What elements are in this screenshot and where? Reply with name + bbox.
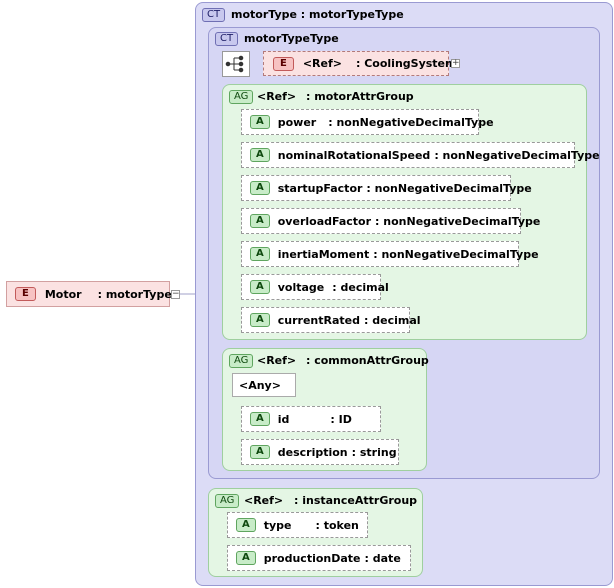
attribute-type[interactable]: A type : token [227, 512, 368, 538]
attr-group-ref: <Ref> [257, 90, 297, 103]
attribute-badge: A [250, 115, 270, 129]
attribute-name: productionDate [263, 551, 361, 565]
attribute-description[interactable]: A description : string [241, 439, 399, 465]
attribute-type: : decimal [332, 280, 389, 294]
ref-element-type: : CoolingSystem [356, 57, 457, 70]
attribute-type: : nonNegativeDecimalType [366, 181, 532, 195]
attr-group-badge: AG [215, 494, 240, 508]
ref-element-coolingsystem[interactable]: E <Ref> : CoolingSystem [263, 51, 456, 76]
collapse-toggle-icon[interactable]: − [171, 290, 180, 299]
attribute-badge: A [250, 280, 270, 294]
sequence-icon [225, 55, 244, 73]
attribute-badge: A [250, 412, 270, 426]
attribute-power[interactable]: A power : nonNegativeDecimalType [241, 109, 494, 135]
element-badge: E [273, 56, 294, 71]
attribute-type: : nonNegativeDecimalType [373, 247, 539, 261]
root-element-name: Motor [44, 287, 82, 301]
attribute-badge: A [250, 445, 270, 459]
complex-type-badge: CT [202, 8, 226, 22]
attribute-name: description [277, 445, 348, 459]
attribute-badge: A [250, 181, 270, 195]
attribute-nominalrotationalspeed[interactable]: A nominalRotationalSpeed : nonNegativeDe… [241, 142, 600, 168]
any-attribute[interactable]: <Any> [232, 373, 296, 397]
attr-group-ref: <Ref> [244, 494, 284, 507]
attribute-name: type [263, 518, 292, 532]
attribute-type: : decimal [364, 313, 421, 327]
sequence-compositor[interactable] [222, 51, 250, 77]
attribute-name: inertiaMoment [277, 247, 370, 261]
attribute-badge: A [236, 518, 256, 532]
attribute-productiondate[interactable]: A productionDate : date [227, 545, 411, 571]
attribute-name: startupFactor [277, 181, 363, 195]
attribute-id[interactable]: A id : ID [241, 406, 381, 432]
attr-group-name: : motorAttrGroup [306, 90, 414, 103]
attribute-badge: A [236, 551, 256, 565]
attr-group-badge: AG [229, 90, 254, 104]
attribute-inertiamoment[interactable]: A inertiaMoment : nonNegativeDecimalType [241, 241, 539, 267]
attribute-type: : nonNegativeDecimalType [434, 148, 600, 162]
attribute-type: : ID [330, 412, 352, 426]
attribute-overloadfactor[interactable]: A overloadFactor : nonNegativeDecimalTyp… [241, 208, 540, 234]
attribute-type: : nonNegativeDecimalType [328, 115, 494, 129]
attr-group-badge: AG [229, 354, 254, 368]
outer-type-title: motorType : motorTypeType [231, 8, 404, 21]
attribute-currentrated[interactable]: A currentRated : decimal [241, 307, 421, 333]
expand-toggle-icon[interactable]: + [451, 59, 460, 68]
attr-group-name: : commonAttrGroup [306, 354, 429, 367]
attribute-name: id [277, 412, 290, 426]
complex-type-badge: CT [215, 32, 239, 46]
attribute-name: voltage [277, 280, 325, 294]
attribute-type: : nonNegativeDecimalType [375, 214, 541, 228]
attribute-name: power [277, 115, 317, 129]
attr-group-ref: <Ref> [257, 354, 297, 367]
attribute-badge: A [250, 313, 270, 327]
attribute-badge: A [250, 214, 270, 228]
element-badge: E [15, 287, 36, 301]
root-element-motor[interactable]: E Motor : motorType [6, 281, 172, 307]
ref-element-ref: <Ref> [302, 57, 342, 70]
attribute-badge: A [250, 148, 270, 162]
root-element-type: : motorType [97, 287, 172, 301]
attribute-badge: A [250, 247, 270, 261]
attribute-type: : string [351, 445, 397, 459]
inner-type-title: motorTypeType [244, 32, 339, 45]
attribute-name: overloadFactor [277, 214, 372, 228]
attribute-startupfactor[interactable]: A startupFactor : nonNegativeDecimalType [241, 175, 532, 201]
attribute-name: nominalRotationalSpeed [277, 148, 431, 162]
attribute-name: currentRated [277, 313, 360, 327]
attribute-type-value: : date [364, 551, 401, 565]
attr-group-name: : instanceAttrGroup [294, 494, 418, 507]
attribute-voltage[interactable]: A voltage : decimal [241, 274, 389, 300]
attribute-type-value: : token [315, 518, 359, 532]
